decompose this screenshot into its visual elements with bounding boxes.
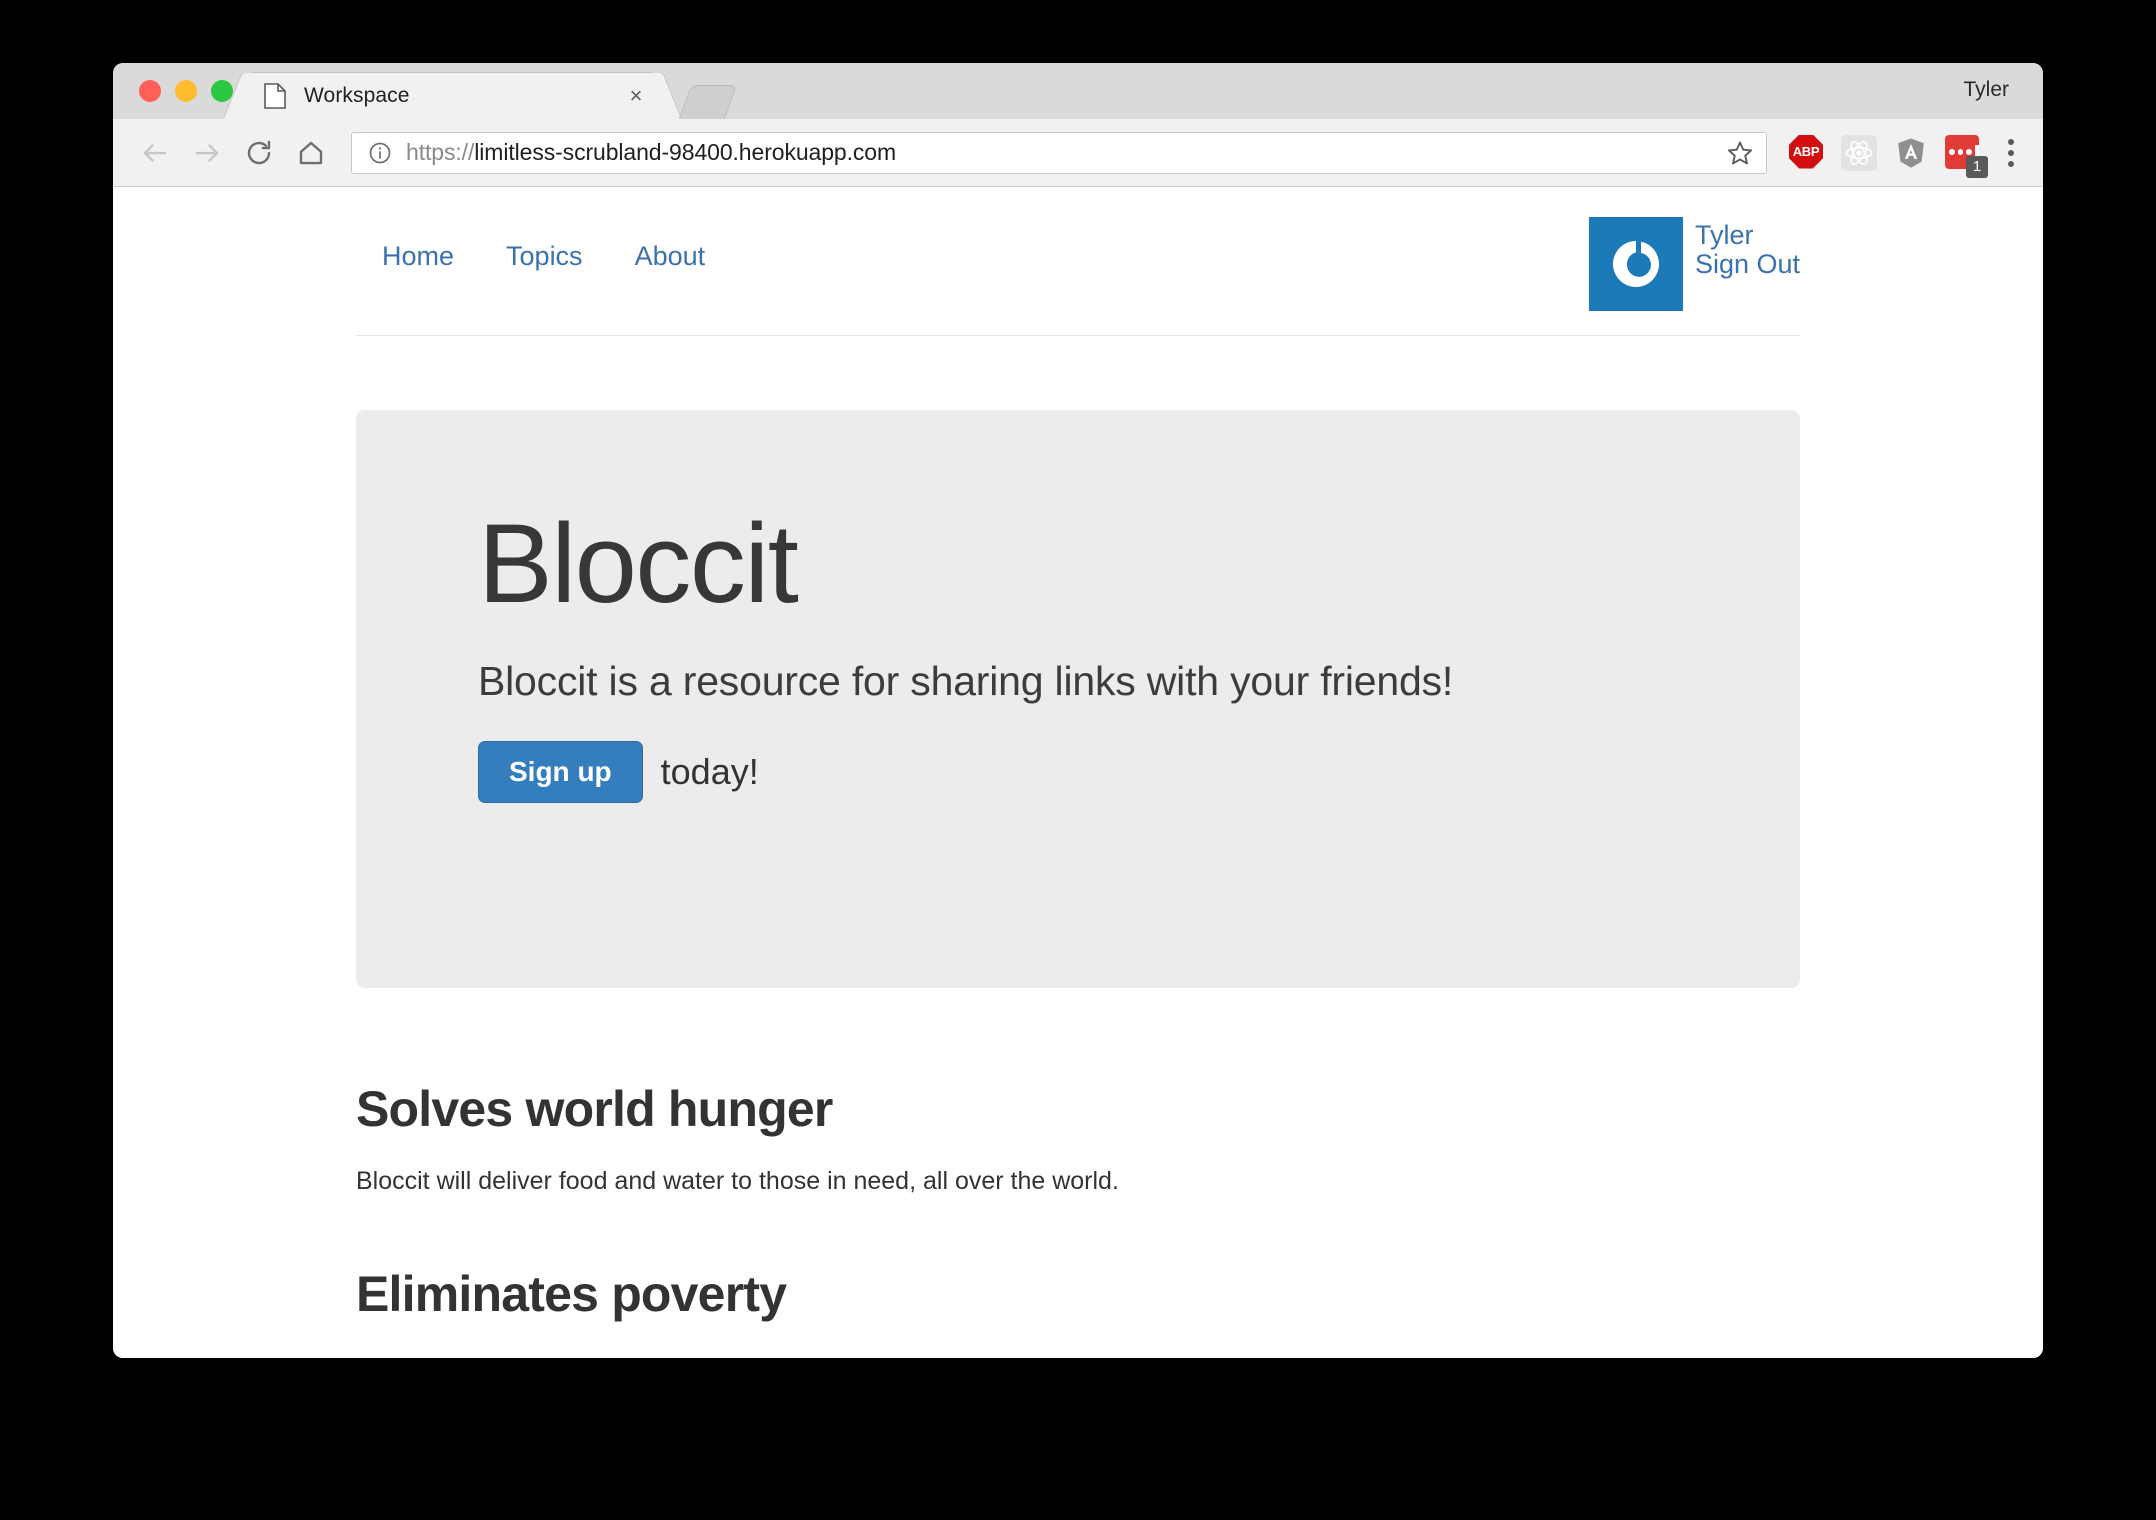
- extension-badge-count: 1: [1966, 155, 1988, 178]
- bookmark-star-icon[interactable]: [1726, 139, 1754, 167]
- minimize-window-button[interactable]: [175, 80, 197, 102]
- avatar[interactable]: [1588, 217, 1683, 311]
- browser-tab[interactable]: Workspace ×: [245, 72, 660, 119]
- cta-suffix-text: today!: [660, 751, 759, 792]
- nav-item-topics[interactable]: Topics: [480, 227, 609, 286]
- user-links: Tyler Sign Out: [1695, 217, 1800, 279]
- angular-devtools-icon[interactable]: [1893, 135, 1929, 171]
- nav-item-about[interactable]: About: [609, 227, 732, 286]
- home-icon[interactable]: [285, 127, 337, 179]
- window-traffic-lights: [139, 80, 233, 102]
- nav-item-home[interactable]: Home: [356, 227, 480, 286]
- user-account-box: Tyler Sign Out: [1588, 217, 1800, 311]
- page-icon: [264, 83, 286, 109]
- new-tab-button[interactable]: [678, 85, 738, 119]
- profile-name[interactable]: Tyler: [1963, 78, 2009, 102]
- page-title: Bloccit: [478, 501, 799, 626]
- red-extension-icon[interactable]: 1: [1945, 134, 1988, 178]
- browser-window: Workspace × Tyler https://limitless-scru…: [113, 63, 2043, 1358]
- user-name-link[interactable]: Tyler: [1695, 220, 1800, 250]
- tab-title: Workspace: [304, 84, 410, 107]
- url-scheme: https://: [406, 139, 475, 165]
- reload-icon[interactable]: [233, 127, 285, 179]
- sign-up-button[interactable]: Sign up: [478, 741, 643, 803]
- close-window-button[interactable]: [139, 80, 161, 102]
- react-devtools-icon[interactable]: [1841, 134, 1877, 171]
- url-host: limitless-scrubland-98400.herokuapp.com: [474, 139, 897, 165]
- address-bar[interactable]: https://limitless-scrubland-98400.heroku…: [351, 131, 1767, 174]
- nav-divider: [356, 335, 1800, 336]
- tab-strip: Workspace × Tyler: [113, 63, 2043, 119]
- extensions-bar: ABP 1: [1789, 134, 2025, 178]
- forward-arrow-icon[interactable]: [181, 127, 233, 179]
- adblock-plus-icon[interactable]: ABP: [1789, 134, 1825, 171]
- feature-item: Solves world hunger Bloccit will deliver…: [356, 1082, 1800, 1199]
- feature-title: Solves world hunger: [356, 1081, 833, 1137]
- browser-toolbar: https://limitless-scrubland-98400.heroku…: [113, 119, 2043, 187]
- nav-links: Home Topics About: [356, 227, 731, 286]
- chrome-menu-icon[interactable]: [1997, 135, 2025, 171]
- feature-list: Solves world hunger Bloccit will deliver…: [356, 1082, 1800, 1322]
- feature-item: Eliminates poverty: [356, 1267, 1800, 1322]
- page-viewport: Home Topics About Tyler Sign Out Bloccit…: [113, 187, 2043, 1358]
- feature-body: Bloccit will deliver food and water to t…: [356, 1167, 1119, 1195]
- maximize-window-button[interactable]: [211, 80, 233, 102]
- close-icon[interactable]: ×: [623, 83, 649, 109]
- hero-cta: Sign up today!: [478, 741, 1800, 803]
- url-text[interactable]: https://limitless-scrubland-98400.heroku…: [406, 139, 1718, 166]
- back-arrow-icon[interactable]: [129, 127, 181, 179]
- feature-title: Eliminates poverty: [356, 1266, 787, 1323]
- adblock-plus-label: ABP: [1789, 134, 1823, 169]
- site-navigation: Home Topics About Tyler Sign Out: [356, 213, 1800, 323]
- sign-out-link[interactable]: Sign Out: [1695, 249, 1800, 279]
- hero-subtitle: Bloccit is a resource for sharing links …: [478, 658, 1454, 704]
- info-circle-icon[interactable]: [368, 141, 392, 165]
- hero-jumbotron: Bloccit Bloccit is a resource for sharin…: [356, 410, 1800, 988]
